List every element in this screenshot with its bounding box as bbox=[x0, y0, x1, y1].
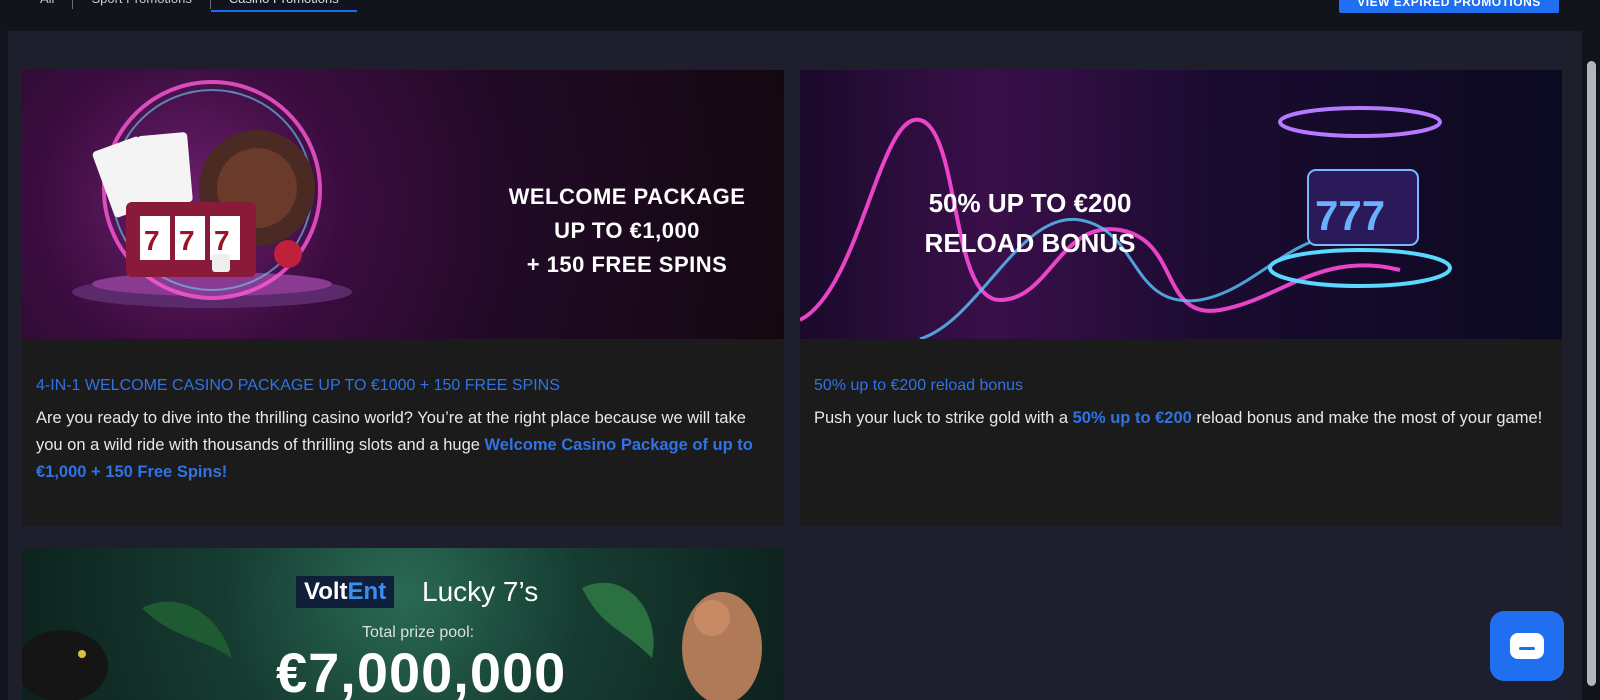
promotion-card-reload[interactable]: 777 50% UP TO €200 RELOAD BONUS 50% up t… bbox=[800, 70, 1562, 526]
prize-pool-value: €7,000,000 bbox=[276, 641, 567, 700]
promotion-card-welcome[interactable]: 7 7 7 WELCOME PACKAGE UP TO €1,000 + 150… bbox=[22, 70, 784, 526]
promotion-banner-lucky7[interactable]: Volt Ent Lucky 7’s Total prize pool: €7,0… bbox=[22, 548, 784, 700]
logo-text: Ent bbox=[347, 578, 387, 605]
promotion-banner-welcome[interactable]: 7 7 7 WELCOME PACKAGE UP TO €1,000 + 150… bbox=[22, 70, 784, 339]
desc-text: Push your luck to strike gold with a bbox=[814, 409, 1073, 427]
svg-text:7: 7 bbox=[179, 225, 195, 256]
card-body: 4-IN-1 WELCOME CASINO PACKAGE UP TO €100… bbox=[22, 339, 784, 486]
card-description: Are you ready to dive into the thrilling… bbox=[36, 405, 770, 486]
banner-headline: Lucky 7’s bbox=[422, 576, 539, 607]
welcome-banner-text: WELCOME PACKAGE UP TO €1,000 + 150 FREE … bbox=[492, 180, 762, 282]
logo-text: Volt bbox=[304, 578, 348, 605]
tab-all[interactable]: All bbox=[22, 0, 72, 24]
card-body: 50% up to €200 reload bonus Push your lu… bbox=[800, 339, 1562, 432]
card-description: Push your luck to strike gold with a 50%… bbox=[814, 405, 1548, 432]
promotion-banner-reload[interactable]: 777 50% UP TO €200 RELOAD BONUS bbox=[800, 70, 1562, 339]
reload-banner-text: 50% UP TO €200 RELOAD BONUS bbox=[900, 183, 1160, 263]
banner-line: WELCOME PACKAGE bbox=[508, 184, 746, 209]
scroll-thumb[interactable] bbox=[1587, 61, 1596, 686]
svg-text:7: 7 bbox=[214, 225, 230, 256]
card-title[interactable]: 50% up to €200 reload bonus bbox=[814, 377, 1548, 395]
top-bar: All Sport Promotions Casino Promotions V… bbox=[0, 0, 1600, 28]
banner-line: 50% UP TO €200 bbox=[928, 188, 1132, 218]
voltent-logo: Volt Ent bbox=[296, 576, 395, 608]
chat-bubble-icon bbox=[1510, 633, 1544, 659]
banner-line: RELOAD BONUS bbox=[924, 228, 1136, 258]
svg-text:7: 7 bbox=[144, 225, 160, 256]
svg-text:777: 777 bbox=[1315, 192, 1385, 239]
view-expired-promotions-button[interactable]: VIEW EXPIRED PROMOTIONS bbox=[1339, 0, 1559, 13]
chat-button[interactable] bbox=[1490, 611, 1564, 681]
tab-casino-promotions[interactable]: Casino Promotions bbox=[210, 0, 357, 24]
promotion-card-lucky7[interactable]: Volt Ent Lucky 7’s Total prize pool: €7,0… bbox=[22, 548, 784, 700]
tab-sport-promotions[interactable]: Sport Promotions bbox=[73, 0, 209, 24]
banner-line: UP TO €1,000 bbox=[554, 218, 700, 243]
scrollbar[interactable] bbox=[1584, 28, 1600, 700]
desc-text: reload bonus and make the most of your g… bbox=[1191, 409, 1543, 427]
banner-line: + 150 FREE SPINS bbox=[526, 252, 728, 277]
card-title[interactable]: 4-IN-1 WELCOME CASINO PACKAGE UP TO €100… bbox=[36, 377, 770, 395]
promotion-tabs: All Sport Promotions Casino Promotions bbox=[22, 0, 357, 24]
desc-highlight: 50% up to €200 bbox=[1072, 409, 1192, 427]
